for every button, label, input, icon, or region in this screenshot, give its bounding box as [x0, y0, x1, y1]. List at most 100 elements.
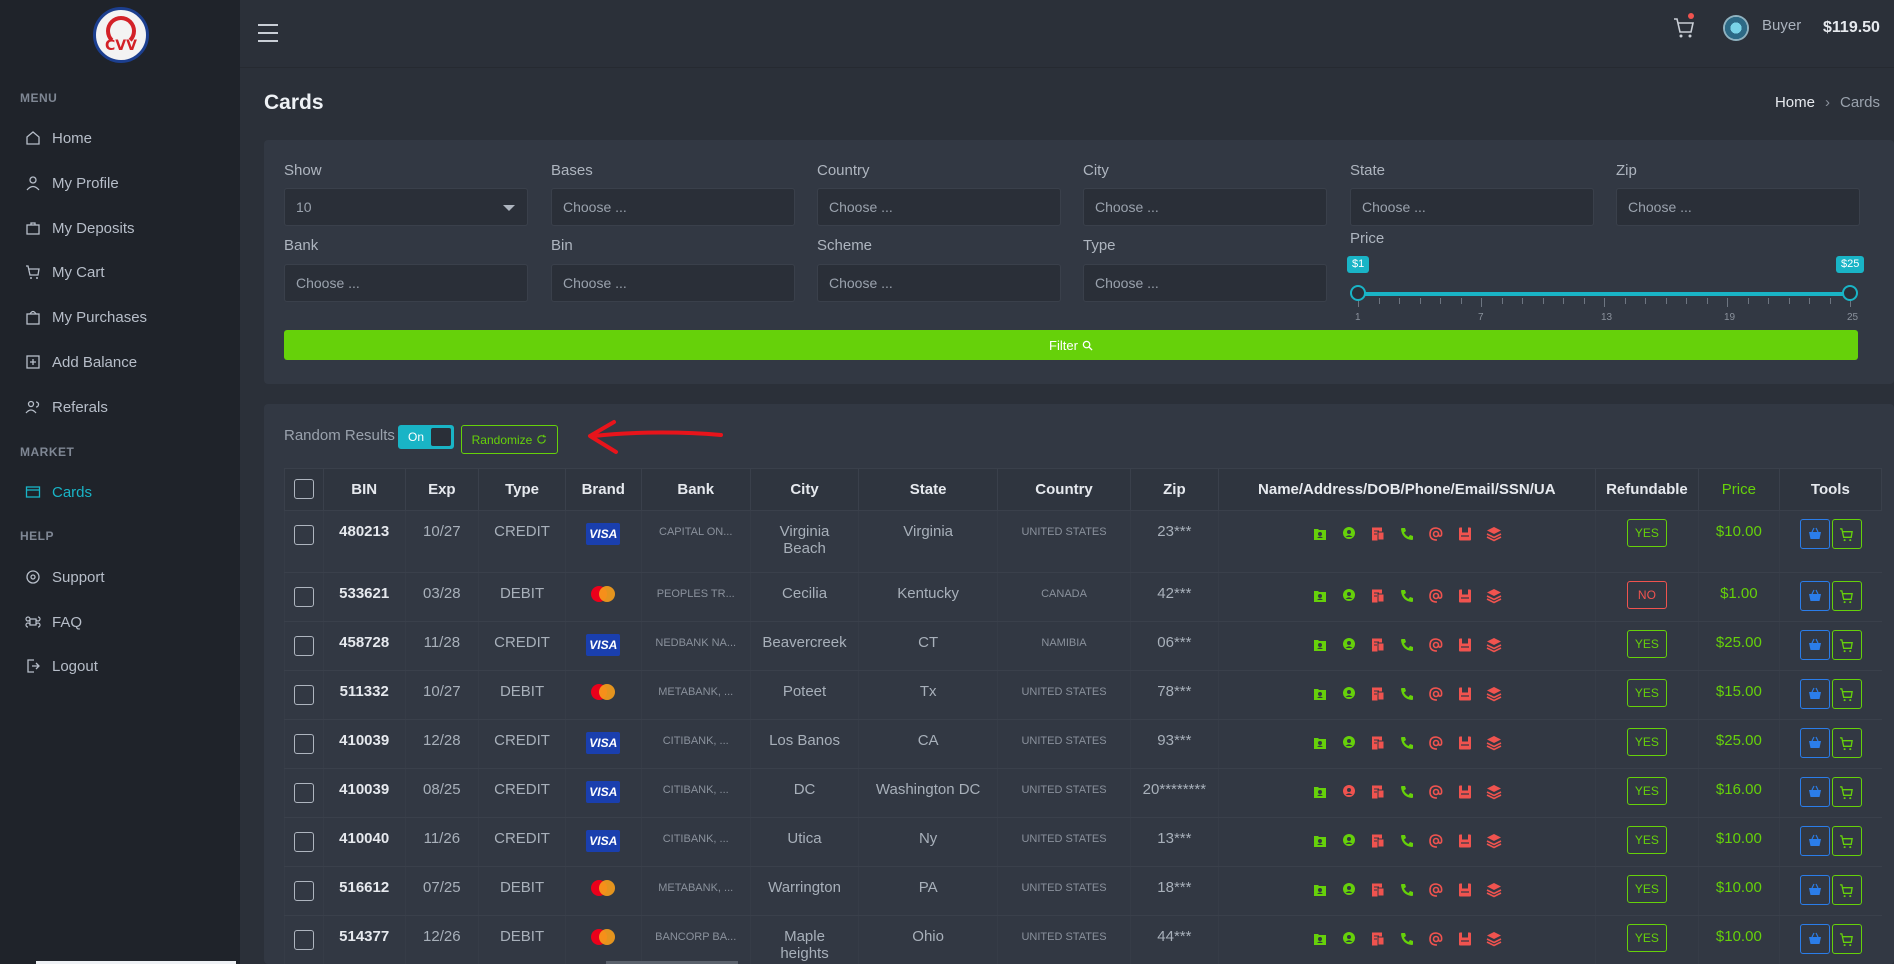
table-row[interactable]: 533621 03/28 DEBIT PEOPLES TR... Cecilia… — [284, 572, 1882, 622]
basket-button[interactable] — [1799, 777, 1830, 807]
column-header[interactable]: BIN — [322, 468, 406, 511]
contact-card-icon[interactable] — [1311, 685, 1329, 703]
column-header[interactable]: City — [749, 468, 860, 511]
table-row[interactable]: 410039 08/25 CREDIT VISA CITIBANK, ... D… — [284, 768, 1882, 818]
ssn-badge-icon[interactable] — [1456, 636, 1474, 654]
id-document-icon[interactable] — [1369, 734, 1387, 752]
add-to-cart-button[interactable] — [1831, 826, 1862, 856]
menu-toggle-icon[interactable] — [258, 24, 278, 42]
column-header[interactable]: State — [858, 468, 999, 511]
add-to-cart-button[interactable] — [1831, 519, 1862, 549]
sidebar-item-logout[interactable]: Logout — [0, 648, 240, 684]
at-email-icon[interactable] — [1427, 881, 1445, 899]
sidebar-item-add-balance[interactable]: Add Balance — [0, 344, 240, 380]
contact-card-icon[interactable] — [1311, 832, 1329, 850]
ssn-badge-icon[interactable] — [1456, 525, 1474, 543]
price-slider-max-handle[interactable] — [1842, 285, 1858, 301]
filter-button[interactable]: Filter — [284, 330, 1858, 360]
zip-select[interactable]: Choose ... — [1616, 188, 1860, 226]
id-document-icon[interactable] — [1369, 525, 1387, 543]
row-checkbox[interactable] — [293, 930, 314, 950]
state-select[interactable]: Choose ... — [1350, 188, 1594, 226]
location-pin-icon[interactable] — [1340, 881, 1358, 899]
phone-icon[interactable] — [1398, 881, 1416, 899]
location-pin-icon[interactable] — [1340, 587, 1358, 605]
table-row[interactable]: 458728 11/28 CREDIT VISA NEDBANK NA... B… — [284, 621, 1882, 671]
location-pin-icon[interactable] — [1340, 832, 1358, 850]
contact-card-icon[interactable] — [1311, 734, 1329, 752]
location-pin-icon[interactable] — [1340, 685, 1358, 703]
phone-icon[interactable] — [1398, 587, 1416, 605]
add-to-cart-button[interactable] — [1831, 581, 1862, 611]
stack-layers-icon[interactable] — [1485, 525, 1503, 543]
scheme-select[interactable]: Choose ... — [817, 264, 1061, 302]
contact-card-icon[interactable] — [1311, 525, 1329, 543]
at-email-icon[interactable] — [1427, 783, 1445, 801]
basket-button[interactable] — [1799, 728, 1830, 758]
at-email-icon[interactable] — [1427, 525, 1445, 543]
price-slider-min-handle[interactable] — [1350, 285, 1366, 301]
logo[interactable]: CVV — [93, 7, 149, 63]
column-header[interactable]: Refundable — [1594, 468, 1700, 511]
type-select[interactable]: Choose ... — [1083, 264, 1327, 302]
phone-icon[interactable] — [1398, 734, 1416, 752]
location-pin-icon[interactable] — [1340, 525, 1358, 543]
at-email-icon[interactable] — [1427, 685, 1445, 703]
basket-button[interactable] — [1799, 875, 1830, 905]
basket-button[interactable] — [1799, 630, 1830, 660]
id-document-icon[interactable] — [1369, 636, 1387, 654]
column-header[interactable]: Exp — [404, 468, 480, 511]
city-select[interactable]: Choose ... — [1083, 188, 1327, 226]
random-results-toggle[interactable]: On — [398, 425, 454, 449]
add-to-cart-button[interactable] — [1831, 728, 1862, 758]
contact-card-icon[interactable] — [1311, 783, 1329, 801]
ssn-badge-icon[interactable] — [1456, 881, 1474, 899]
row-checkbox[interactable] — [293, 734, 314, 754]
location-pin-icon[interactable] — [1340, 783, 1358, 801]
row-checkbox[interactable] — [293, 587, 314, 607]
basket-button[interactable] — [1799, 519, 1830, 549]
stack-layers-icon[interactable] — [1485, 685, 1503, 703]
at-email-icon[interactable] — [1427, 587, 1445, 605]
add-to-cart-button[interactable] — [1831, 630, 1862, 660]
phone-icon[interactable] — [1398, 685, 1416, 703]
contact-card-icon[interactable] — [1311, 636, 1329, 654]
ssn-badge-icon[interactable] — [1456, 832, 1474, 850]
sidebar-item-support[interactable]: Support — [0, 559, 240, 595]
table-row[interactable]: 410040 11/26 CREDIT VISA CITIBANK, ... U… — [284, 817, 1882, 867]
breadcrumb-home-link[interactable]: Home — [1775, 94, 1815, 111]
sidebar-item-my-deposits[interactable]: My Deposits — [0, 210, 240, 246]
bank-select[interactable]: Choose ... — [284, 264, 528, 302]
phone-icon[interactable] — [1398, 832, 1416, 850]
id-document-icon[interactable] — [1369, 783, 1387, 801]
price-slider-track[interactable] — [1358, 292, 1850, 296]
ssn-badge-icon[interactable] — [1456, 685, 1474, 703]
basket-button[interactable] — [1799, 581, 1830, 611]
sidebar-item-home[interactable]: Home — [0, 120, 240, 156]
at-email-icon[interactable] — [1427, 832, 1445, 850]
table-row[interactable]: 514377 12/26 DEBIT BANCORP BA... Maple h… — [284, 915, 1882, 964]
ssn-badge-icon[interactable] — [1456, 783, 1474, 801]
column-header[interactable]: Price — [1698, 468, 1780, 511]
phone-icon[interactable] — [1398, 636, 1416, 654]
sidebar-item-referals[interactable]: Referals — [0, 389, 240, 425]
stack-layers-icon[interactable] — [1485, 587, 1503, 605]
row-checkbox[interactable] — [293, 685, 314, 705]
contact-card-icon[interactable] — [1311, 881, 1329, 899]
stack-layers-icon[interactable] — [1485, 832, 1503, 850]
stack-layers-icon[interactable] — [1485, 881, 1503, 899]
sidebar-item-my-profile[interactable]: My Profile — [0, 165, 240, 201]
phone-icon[interactable] — [1398, 930, 1416, 948]
basket-button[interactable] — [1799, 826, 1830, 856]
bases-select[interactable]: Choose ... — [551, 188, 795, 226]
row-checkbox[interactable] — [293, 783, 314, 803]
basket-button[interactable] — [1799, 924, 1830, 954]
phone-icon[interactable] — [1398, 783, 1416, 801]
contact-card-icon[interactable] — [1311, 930, 1329, 948]
basket-button[interactable] — [1799, 679, 1830, 709]
row-checkbox[interactable] — [293, 525, 314, 545]
column-header[interactable]: Bank — [640, 468, 751, 511]
user-role[interactable]: Buyer — [1762, 17, 1801, 34]
at-email-icon[interactable] — [1427, 930, 1445, 948]
sidebar-item-cards[interactable]: Cards — [0, 474, 240, 510]
